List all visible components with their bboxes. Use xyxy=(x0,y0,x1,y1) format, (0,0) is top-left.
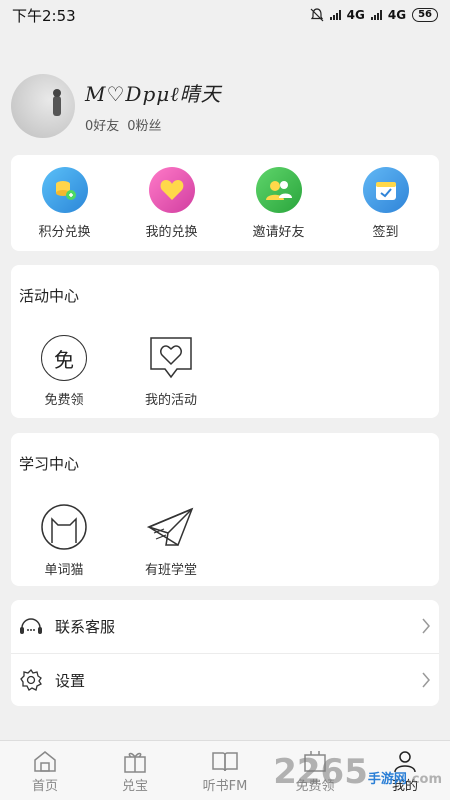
mute-bell-icon xyxy=(310,8,324,22)
signal-icon xyxy=(370,10,382,20)
paper-plane-icon xyxy=(146,507,194,547)
coins-exchange-icon xyxy=(41,166,88,213)
heart-icon xyxy=(148,166,195,213)
friends-count[interactable]: 0好友 xyxy=(85,115,119,134)
my-exchange-button[interactable]: 我的兑换 xyxy=(127,166,217,240)
study-center-title: 学习中心 xyxy=(19,455,80,473)
watermark-sub: 手游网 xyxy=(367,772,407,787)
book-icon xyxy=(212,752,238,772)
watermark-domain: .com xyxy=(406,772,442,787)
quick-label: 积分兑换 xyxy=(38,224,91,240)
activity-center-card: 活动中心 免 免费领 我的活动 xyxy=(11,265,439,418)
study-label: 有班学堂 xyxy=(144,563,197,578)
youban-school-button[interactable]: 有班学堂 xyxy=(126,503,216,578)
calendar-check-icon xyxy=(362,166,409,213)
activity-center-title: 活动中心 xyxy=(19,287,80,305)
users-icon xyxy=(255,166,302,213)
settings-row[interactable]: 设置 xyxy=(11,653,439,706)
quick-label: 签到 xyxy=(372,224,399,240)
chevron-right-icon xyxy=(422,618,430,634)
status-time: 下午2:53 xyxy=(12,6,76,25)
sign-in-button[interactable]: 签到 xyxy=(341,166,431,240)
nickname: M♡Dpμℓ晴天 xyxy=(85,82,222,106)
avatar[interactable] xyxy=(11,74,75,138)
quick-label: 邀请好友 xyxy=(252,224,305,240)
status-icons: 4G 4G 56 xyxy=(310,8,438,22)
points-exchange-button[interactable]: 积分兑换 xyxy=(20,166,110,240)
activity-label: 免费领 xyxy=(44,393,84,408)
gear-icon xyxy=(20,668,42,691)
row-label: 设置 xyxy=(55,671,86,690)
tab-audiobook[interactable]: 听书FM xyxy=(180,741,270,800)
row-label: 联系客服 xyxy=(55,618,116,636)
study-label: 单词猫 xyxy=(44,563,84,578)
settings-list-card: 联系客服 设置 xyxy=(11,600,439,706)
fans-count[interactable]: 0粉丝 xyxy=(127,115,161,134)
gift-icon xyxy=(124,752,146,773)
quick-label: 我的兑换 xyxy=(145,224,198,240)
free-badge-icon: 免 xyxy=(41,335,87,381)
tab-duibao[interactable]: 兑宝 xyxy=(90,741,180,800)
chevron-right-icon xyxy=(422,672,430,688)
profile-header[interactable]: M♡Dpμℓ晴天 0好友 0粉丝 xyxy=(11,74,222,138)
cat-icon xyxy=(41,504,87,550)
watermark-logo: 2265手游网.com xyxy=(273,752,442,792)
word-cat-button[interactable]: 单词猫 xyxy=(19,503,109,578)
tab-home[interactable]: 首页 xyxy=(0,741,90,800)
activity-label: 我的活动 xyxy=(144,393,197,408)
watermark-main: 2265 xyxy=(273,752,368,792)
network-type-2: 4G xyxy=(387,8,407,22)
quick-actions-card: 积分兑换 我的兑换 邀请好友 签到 xyxy=(11,155,439,251)
invite-friends-button[interactable]: 邀请好友 xyxy=(234,166,324,240)
tab-label: 首页 xyxy=(31,779,58,794)
free-claim-button[interactable]: 免 免费领 xyxy=(19,335,109,408)
my-activities-button[interactable]: 我的活动 xyxy=(126,335,216,408)
tab-label: 兑宝 xyxy=(121,779,148,794)
network-type-1: 4G xyxy=(346,8,365,22)
heart-message-icon xyxy=(150,337,192,379)
study-center-card: 学习中心 单词猫 有班学堂 xyxy=(11,433,439,586)
status-bar: 下午2:53 4G 4G 56 xyxy=(0,0,450,30)
tab-label: 听书FM xyxy=(202,779,248,794)
signal-icon xyxy=(329,10,341,20)
home-icon xyxy=(34,751,56,772)
customer-service-icon xyxy=(20,617,42,634)
contact-support-row[interactable]: 联系客服 xyxy=(11,600,439,653)
battery-indicator: 56 xyxy=(412,8,438,22)
